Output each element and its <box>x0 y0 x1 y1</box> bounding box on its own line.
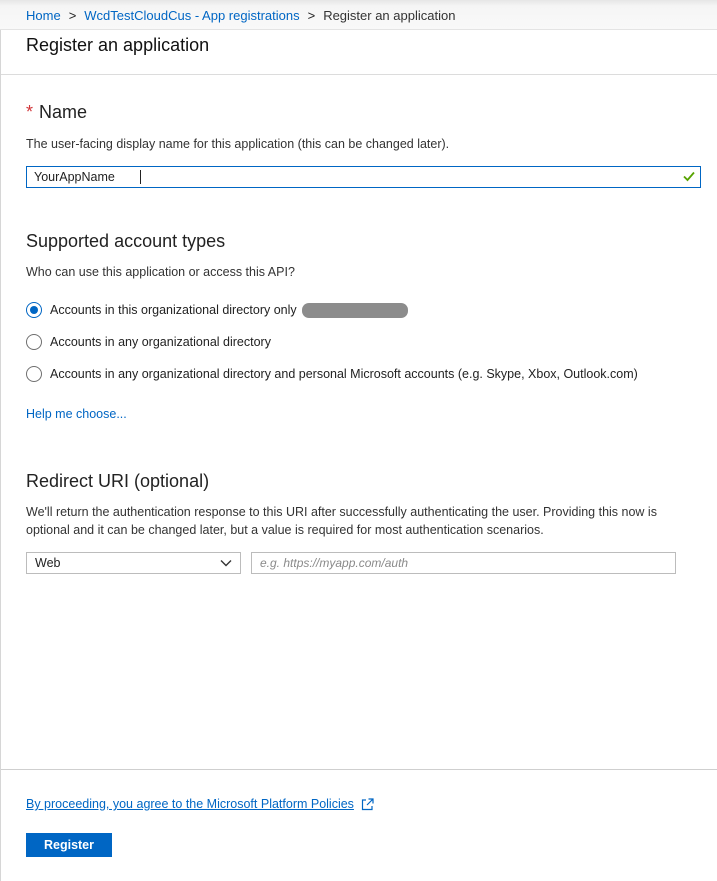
name-label: Name <box>39 102 88 122</box>
redirect-uri-placeholder: e.g. https://myapp.com/auth <box>260 556 409 570</box>
page-title: Register an application <box>26 35 210 55</box>
breadcrumb-separator: > <box>68 8 77 23</box>
account-option-label: Accounts in any organizational directory… <box>50 367 638 381</box>
checkmark-icon <box>683 171 695 182</box>
account-types-question: Who can use this application or access t… <box>26 265 295 279</box>
account-types-title: Supported account types <box>26 231 226 251</box>
account-option-label: Accounts in any organizational directory <box>50 335 271 349</box>
platform-select[interactable]: Web <box>26 552 241 574</box>
account-option-multi-tenant[interactable]: Accounts in any organizational directory <box>26 332 271 352</box>
redirect-uri-description: We'll return the authentication response… <box>26 505 657 537</box>
radio-button[interactable] <box>26 334 42 350</box>
redirect-uri-input[interactable]: e.g. https://myapp.com/auth <box>251 552 676 574</box>
account-option-multi-tenant-personal[interactable]: Accounts in any organizational directory… <box>26 364 638 384</box>
title-divider <box>1 74 717 75</box>
account-option-label: Accounts in this organizational director… <box>50 303 297 317</box>
blade-frame <box>0 30 717 881</box>
breadcrumb-current: Register an application <box>323 8 456 23</box>
register-button[interactable]: Register <box>26 833 112 857</box>
name-section-title: * Name <box>26 102 87 123</box>
platform-policies-text: By proceeding, you agree to the Microsof… <box>26 797 354 811</box>
redacted-tenant-name <box>301 302 408 318</box>
platform-policies-link[interactable]: By proceeding, you agree to the Microsof… <box>26 797 374 811</box>
breadcrumb-app-registrations-link[interactable]: WcdTestCloudCus - App registrations <box>84 8 299 23</box>
text-caret <box>140 170 141 184</box>
footer-divider <box>1 769 717 770</box>
platform-select-value: Web <box>35 556 61 570</box>
top-bar: Home > WcdTestCloudCus - App registrations… <box>0 0 717 30</box>
radio-button[interactable] <box>26 366 42 382</box>
breadcrumb-home-link[interactable]: Home <box>26 8 61 23</box>
radio-button-selected[interactable] <box>26 302 42 318</box>
required-marker: * <box>26 102 34 122</box>
app-name-value: YourAppName <box>34 170 115 184</box>
app-name-input[interactable]: YourAppName <box>26 166 701 188</box>
redirect-uri-title: Redirect URI (optional) <box>26 471 210 491</box>
breadcrumb: Home > WcdTestCloudCus - App registrations… <box>26 8 455 23</box>
breadcrumb-separator: > <box>307 8 316 23</box>
help-me-choose-link[interactable]: Help me choose... <box>26 407 127 421</box>
name-description: The user-facing display name for this ap… <box>26 137 450 151</box>
chevron-down-icon <box>220 560 232 567</box>
external-link-icon <box>361 797 374 810</box>
account-option-single-tenant[interactable]: Accounts in this organizational director… <box>26 300 408 320</box>
